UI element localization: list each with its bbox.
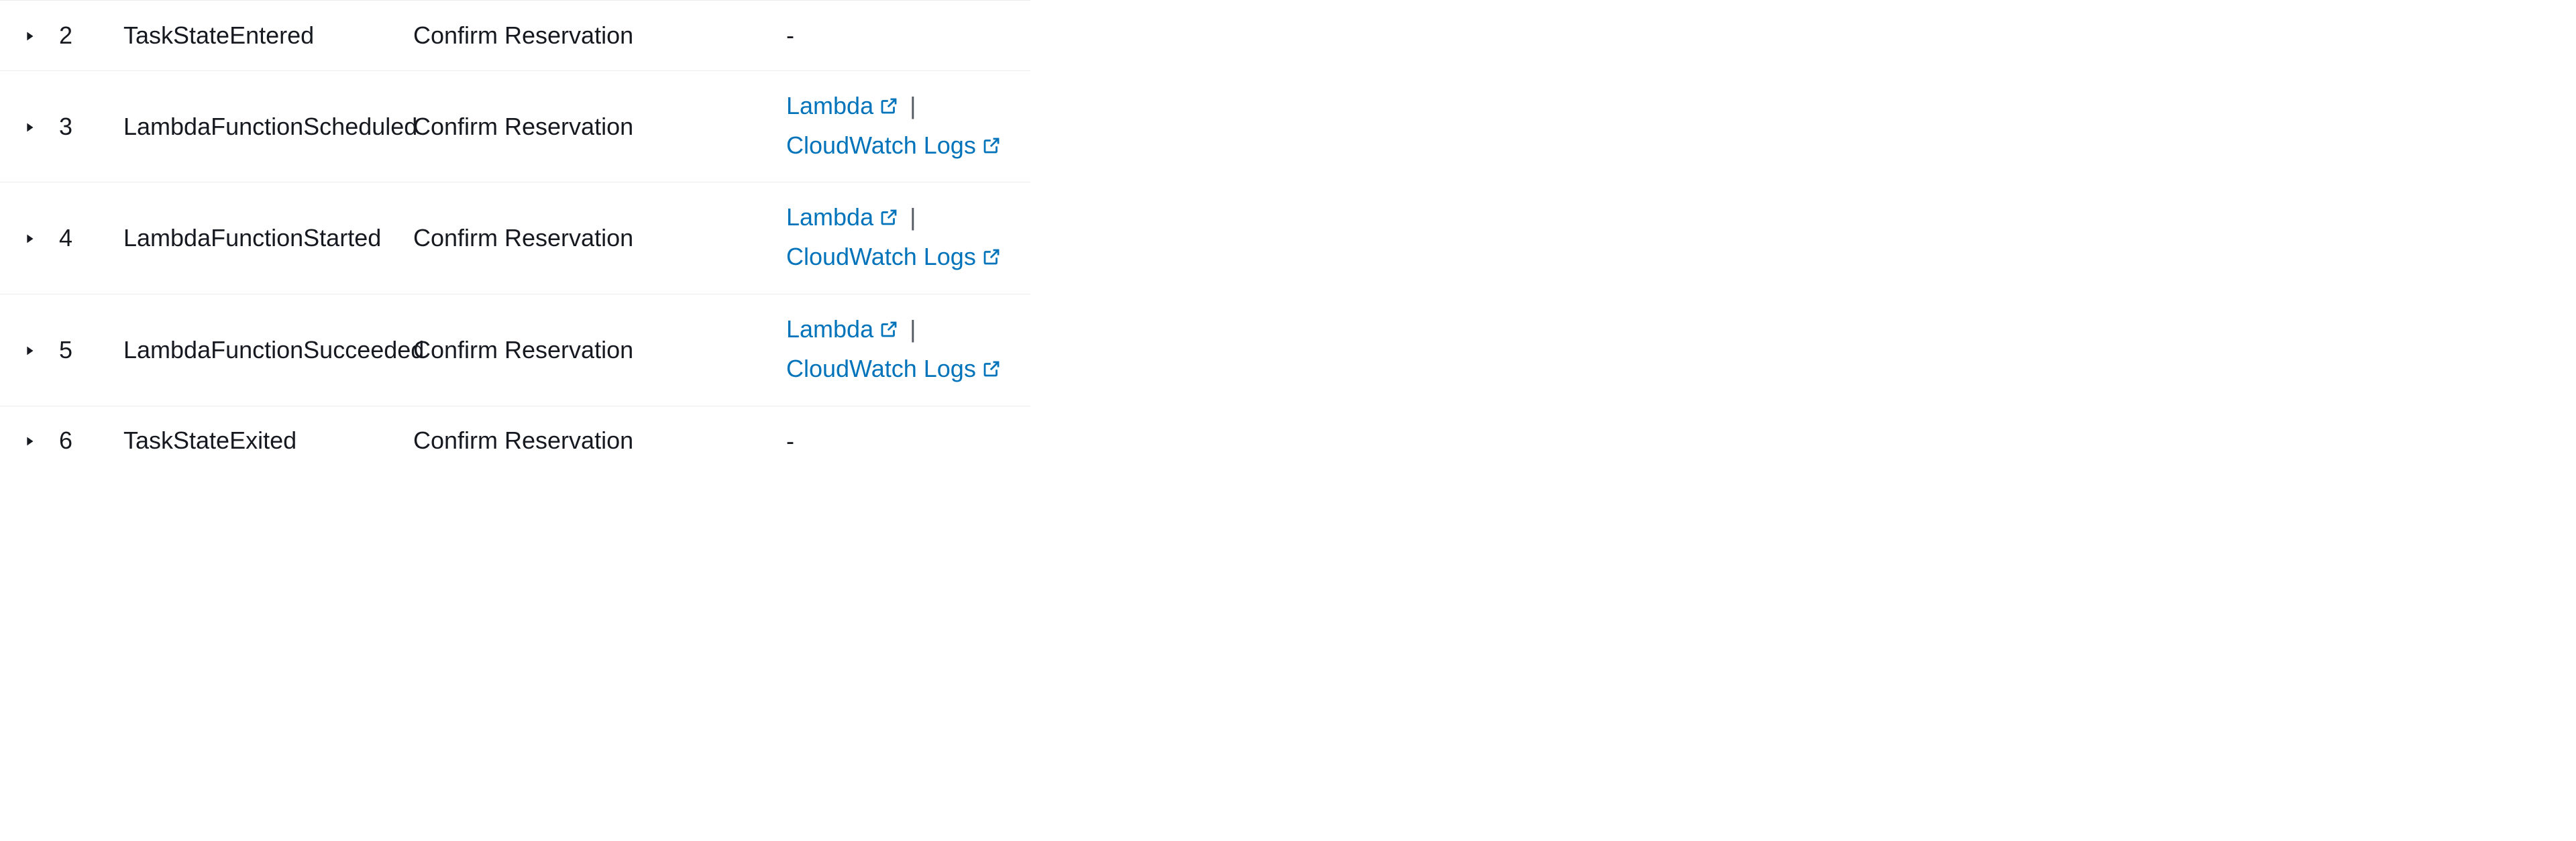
caret-right-icon: [22, 427, 37, 455]
external-link-icon: [981, 129, 1002, 166]
no-resource-placeholder: -: [786, 21, 794, 49]
lambda-link[interactable]: Lambda: [786, 315, 899, 343]
event-row: 5LambdaFunctionSucceededConfirm Reservat…: [0, 294, 1030, 406]
event-resource: -: [786, 406, 1030, 475]
expand-toggle[interactable]: [19, 25, 40, 46]
event-step: Confirm Reservation: [413, 70, 786, 182]
event-resource: Lambda | CloudWatch Logs: [786, 294, 1030, 406]
event-resource: Lambda | CloudWatch Logs: [786, 182, 1030, 294]
event-id: 3: [59, 70, 123, 182]
event-row: 6TaskStateExitedConfirm Reservation-: [0, 406, 1030, 475]
event-step: Confirm Reservation: [413, 182, 786, 294]
caret-right-icon: [22, 113, 37, 141]
expand-toggle[interactable]: [19, 430, 40, 451]
external-link-icon: [981, 352, 1002, 390]
external-link-icon: [879, 201, 899, 238]
expand-toggle[interactable]: [19, 339, 40, 361]
no-resource-placeholder: -: [786, 427, 794, 455]
link-separator: |: [910, 203, 916, 231]
event-row: 4LambdaFunctionStartedConfirm Reservatio…: [0, 182, 1030, 294]
event-type: TaskStateExited: [123, 406, 413, 475]
link-separator: |: [910, 315, 916, 343]
event-id: 2: [59, 1, 123, 71]
link-separator: |: [910, 92, 916, 119]
cloudwatch-logs-link[interactable]: CloudWatch Logs: [786, 243, 1002, 270]
event-step: Confirm Reservation: [413, 294, 786, 406]
event-type: LambdaFunctionSucceeded: [123, 294, 413, 406]
execution-events-table: 2TaskStateEnteredConfirm Reservation-3La…: [0, 0, 1030, 475]
event-row: 3LambdaFunctionScheduledConfirm Reservat…: [0, 70, 1030, 182]
event-id: 5: [59, 294, 123, 406]
external-link-icon: [879, 313, 899, 350]
event-type: LambdaFunctionScheduled: [123, 70, 413, 182]
lambda-link[interactable]: Lambda: [786, 92, 899, 119]
event-type: LambdaFunctionStarted: [123, 182, 413, 294]
expand-toggle[interactable]: [19, 227, 40, 249]
cloudwatch-logs-link[interactable]: CloudWatch Logs: [786, 131, 1002, 159]
event-type: TaskStateEntered: [123, 1, 413, 71]
event-step: Confirm Reservation: [413, 406, 786, 475]
event-row: 2TaskStateEnteredConfirm Reservation-: [0, 1, 1030, 71]
external-link-icon: [981, 240, 1002, 278]
event-step: Confirm Reservation: [413, 1, 786, 71]
caret-right-icon: [22, 224, 37, 252]
expand-toggle[interactable]: [19, 116, 40, 137]
cloudwatch-logs-link[interactable]: CloudWatch Logs: [786, 355, 1002, 382]
event-id: 4: [59, 182, 123, 294]
event-resource: -: [786, 1, 1030, 71]
lambda-link[interactable]: Lambda: [786, 203, 899, 231]
caret-right-icon: [22, 336, 37, 364]
event-resource: Lambda | CloudWatch Logs: [786, 70, 1030, 182]
external-link-icon: [879, 89, 899, 127]
caret-right-icon: [22, 21, 37, 50]
event-id: 6: [59, 406, 123, 475]
